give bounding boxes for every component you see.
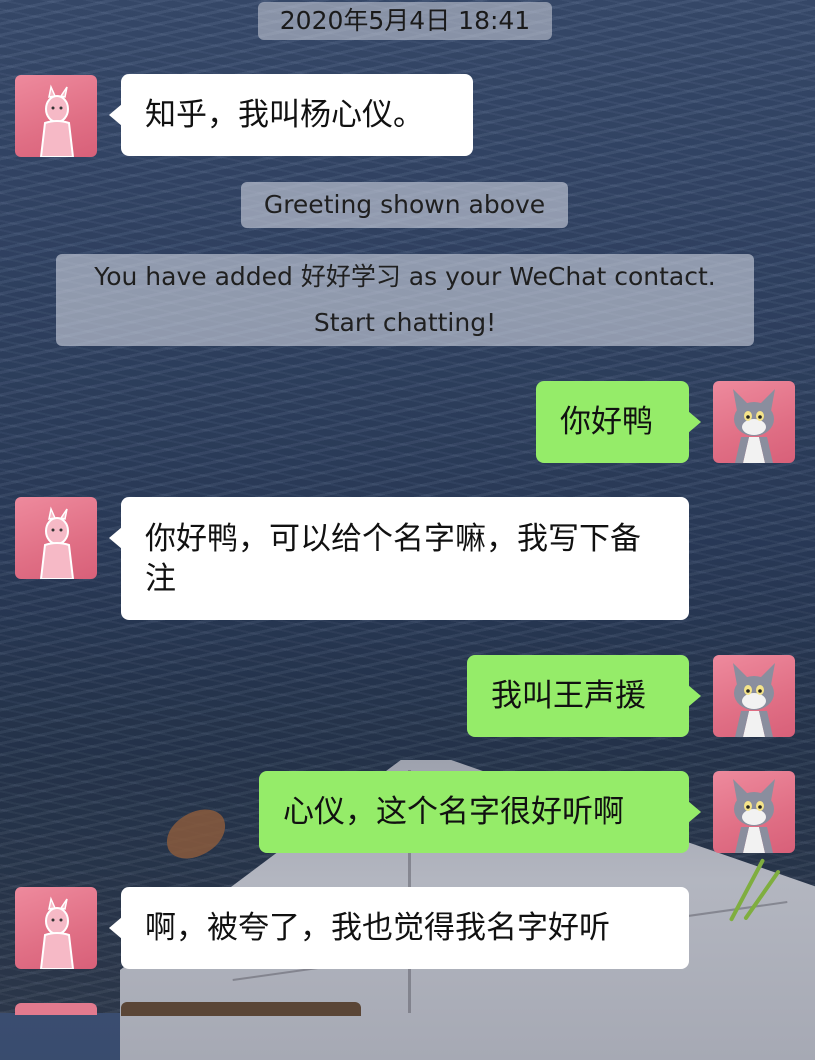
self-avatar[interactable] — [713, 381, 795, 463]
system-notice-greeting: Greeting shown above — [241, 182, 568, 228]
chat-timestamp: 2020年5月4日 18:41 — [258, 2, 552, 40]
contact-avatar[interactable] — [15, 75, 97, 157]
self-avatar[interactable] — [713, 655, 795, 737]
system-notice-added-contact: You have added 好好学习 as your WeChat conta… — [56, 254, 754, 346]
system-notice-line: Start chatting! — [313, 308, 497, 337]
incoming-message[interactable]: 你好鸭，可以给个名字嘛，我写下备注 — [109, 497, 689, 620]
pink-panther-avatar-icon — [39, 84, 75, 157]
tom-cat-avatar-icon — [733, 663, 775, 737]
contact-avatar-partial[interactable] — [15, 1003, 97, 1015]
system-notice-line: You have added 好好学习 as your WeChat conta… — [94, 262, 716, 291]
incoming-message[interactable]: 啊，被夸了，我也觉得我名字好听 — [109, 887, 689, 969]
pink-panther-avatar-icon — [39, 506, 75, 579]
tom-cat-avatar-icon — [733, 779, 775, 853]
outgoing-message[interactable]: 心仪，这个名字很好听啊 — [259, 771, 701, 853]
image-message-partial[interactable] — [121, 1002, 361, 1016]
incoming-message[interactable]: 知乎，我叫杨心仪。 — [109, 74, 473, 156]
contact-avatar[interactable] — [15, 887, 97, 969]
tom-cat-avatar-icon — [733, 389, 775, 463]
contact-avatar[interactable] — [15, 497, 97, 579]
outgoing-message[interactable]: 你好鸭 — [536, 381, 701, 463]
outgoing-message[interactable]: 我叫王声援 — [467, 655, 701, 737]
pink-panther-avatar-icon — [39, 896, 75, 969]
self-avatar[interactable] — [713, 771, 795, 853]
